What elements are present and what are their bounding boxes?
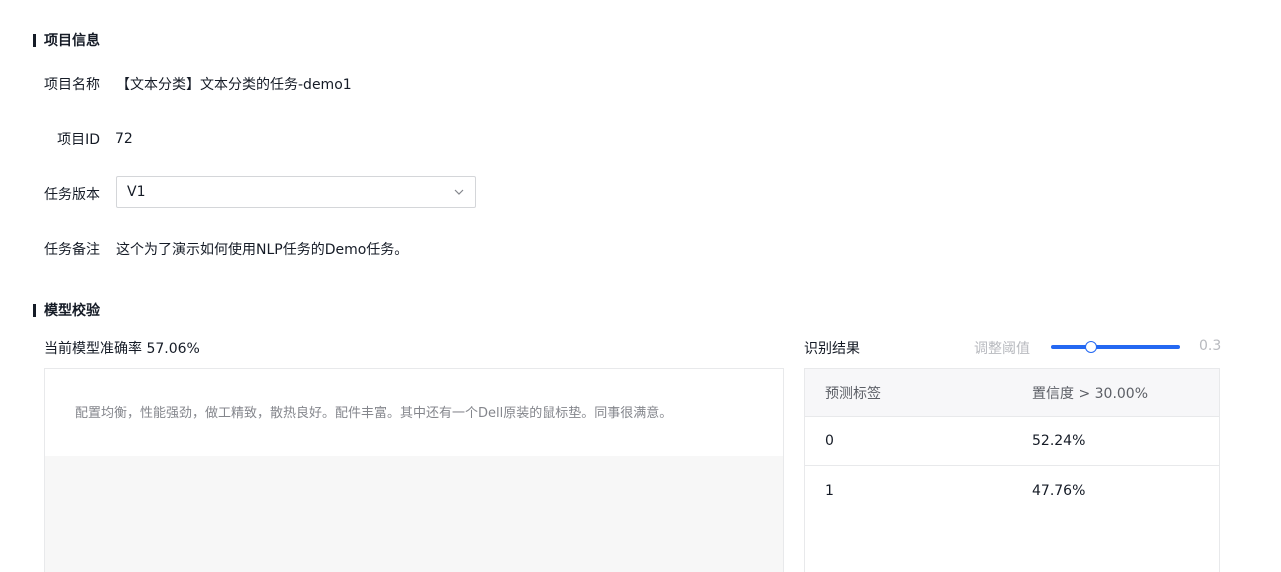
section-marker [33,33,36,47]
result-table: 预测标签 置信度 > 30.00% 0 52.24% 1 47.76% [804,368,1220,572]
row-confidence: 47.76% [1032,482,1086,499]
threshold-label: 调整阈值 [974,341,1030,357]
threshold-value: 0.3 [1199,338,1222,354]
model-accuracy: 当前模型准确率 57.06% [44,341,200,357]
project-id-label: 项目ID [57,132,100,148]
project-name-row: 项目名称 【文本分类】文本分类的任务-demo1 [44,74,352,94]
project-info-title: 项目信息 [33,30,100,50]
table-row: 0 52.24% [805,417,1219,466]
section-marker [33,303,36,317]
task-note-value: 这个为了演示如何使用NLP任务的Demo任务。 [116,242,409,258]
model-check-title-text: 模型校验 [44,303,100,319]
project-id-value: 72 [115,131,133,147]
project-name-label: 项目名称 [44,77,100,93]
row-label: 1 [825,482,834,499]
header-label: 预测标签 [825,385,881,402]
row-confidence: 52.24% [1032,433,1086,449]
result-title: 识别结果 [804,341,860,357]
task-version-row: 任务版本 [44,184,116,204]
task-version-select[interactable]: V1 [116,176,476,208]
task-version-label: 任务版本 [44,187,100,203]
project-id-row: 项目ID 72 [44,129,133,149]
test-text-area[interactable]: 配置均衡，性能强劲，做工精致，散热良好。配件丰富。其中还有一个Dell原装的鼠标… [44,368,784,572]
model-check-title: 模型校验 [33,300,100,320]
threshold-slider[interactable] [1051,341,1180,353]
threshold-slider-handle[interactable] [1085,341,1097,353]
task-version-value: V1 [127,184,146,200]
chevron-down-icon [454,189,464,195]
project-info-title-text: 项目信息 [44,33,100,49]
row-label: 0 [825,433,834,449]
project-name-value: 【文本分类】文本分类的任务-demo1 [116,77,352,93]
task-note-row: 任务备注 这个为了演示如何使用NLP任务的Demo任务。 [44,239,408,259]
test-text-content[interactable]: 配置均衡，性能强劲，做工精致，散热良好。配件丰富。其中还有一个Dell原装的鼠标… [45,369,783,456]
table-row: 1 47.76% [805,466,1219,515]
task-note-label: 任务备注 [44,242,100,258]
result-table-header: 预测标签 置信度 > 30.00% [805,369,1219,417]
header-confidence: 置信度 > 30.00% [1032,385,1149,402]
